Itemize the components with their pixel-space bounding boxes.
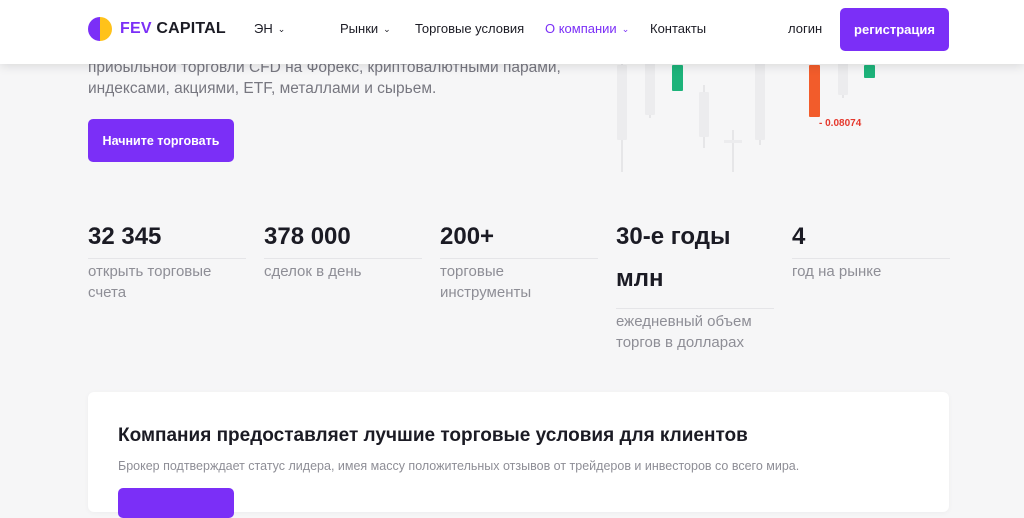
stat-volume: 30-е годы млн ежедневный объем торгов в … <box>616 223 774 353</box>
register-button[interactable]: регистрация <box>840 8 949 51</box>
stat-value: 200+ <box>440 223 495 250</box>
company-card: Компания предоставляет лучшие торговые у… <box>88 392 949 518</box>
nav-contacts-label: Контакты <box>650 21 707 36</box>
nav-trading-conditions[interactable]: Торговые условия <box>415 21 524 36</box>
card-title: Компания предоставляет лучшие торговые у… <box>118 425 748 446</box>
logo-icon <box>88 17 112 41</box>
chevron-down-icon: ⌄ <box>383 24 391 34</box>
stat-label: сделок в день <box>264 263 362 280</box>
nav-markets-label: Рынки <box>340 21 379 36</box>
candle-up <box>672 65 683 91</box>
stat-years: 4 год на рынке <box>792 224 950 282</box>
nav-trading-conditions-label: Торговые условия <box>415 21 525 36</box>
divider <box>88 258 246 259</box>
nav-contacts[interactable]: Контакты <box>650 21 706 36</box>
nav-about[interactable]: О компании ⌄ <box>545 21 629 36</box>
chevron-down-icon: ⌄ <box>277 24 286 34</box>
divider <box>440 258 598 259</box>
candle-down <box>809 65 820 117</box>
login-link[interactable]: логин <box>788 21 822 36</box>
site-header: FEV CAPITAL ЭН ⌄ Рынки ⌄ Торговые условия … <box>0 0 1024 64</box>
stat-value: 32 345 <box>88 223 162 250</box>
candle-up <box>864 65 875 78</box>
stat-trades: 378 000 сделок в день <box>264 224 422 282</box>
divider <box>792 258 950 259</box>
stat-value: 378 000 <box>264 223 351 250</box>
language-selector[interactable]: ЭН ⌄ <box>254 21 285 36</box>
stat-instruments: 200+ торговые инструменты <box>440 224 598 303</box>
stat-accounts: 32 345 открыть торговые счета <box>88 224 246 303</box>
logo-text: FEV CAPITAL <box>120 20 226 37</box>
chevron-down-icon: ⌄ <box>621 24 630 34</box>
stat-value: 4 <box>792 223 806 250</box>
price-change-label: - 0.08074 <box>819 118 862 129</box>
stat-label: ежедневный объем торгов в долларах <box>616 313 752 351</box>
stat-value: 30-е годы млн <box>616 223 731 292</box>
stat-label: открыть торговые счета <box>88 263 212 301</box>
card-text: Брокер подтверждает статус лидера, имея … <box>118 459 800 473</box>
start-trading-button[interactable]: Начните торговать <box>88 119 234 162</box>
stat-label: торговые инструменты <box>440 263 532 301</box>
divider <box>616 308 774 309</box>
nav-markets[interactable]: Рынки ⌄ <box>340 21 391 36</box>
divider <box>264 258 422 259</box>
stat-label: год на рынке <box>792 263 882 280</box>
nav-about-label: О компании <box>545 21 617 36</box>
language-label: ЭН <box>254 21 273 36</box>
logo[interactable]: FEV CAPITAL <box>88 17 226 41</box>
